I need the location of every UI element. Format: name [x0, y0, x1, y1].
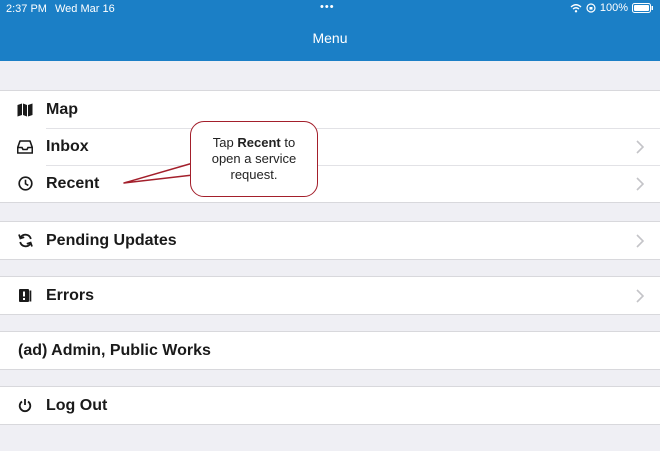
map-icon	[16, 101, 34, 119]
menu-item-inbox[interactable]: Inbox	[0, 128, 660, 165]
inbox-icon	[16, 138, 34, 156]
callout-seam	[191, 160, 196, 178]
battery-percent: 100%	[599, 2, 628, 14]
errors-icon	[16, 287, 34, 305]
callout-text: Tap Recent to open a service request.	[211, 135, 297, 182]
battery-icon	[632, 3, 654, 13]
chevron-right-icon	[636, 233, 644, 248]
menu-item-label: Inbox	[46, 137, 89, 155]
menu-item-label: Errors	[46, 286, 95, 304]
clock-icon	[16, 175, 34, 193]
multitasking-dots[interactable]: •••	[320, 1, 335, 13]
status-time: 2:37 PM	[6, 3, 47, 15]
menu-group-logout: Log Out	[0, 386, 660, 425]
menu-item-errors[interactable]: Errors	[0, 277, 660, 314]
orientation-lock-icon	[586, 3, 596, 13]
power-icon	[16, 397, 34, 415]
menu-item-label: Recent	[46, 174, 100, 192]
status-date: Wed Mar 16	[55, 3, 115, 15]
menu-item-label: Log Out	[46, 396, 108, 414]
menu-item-pending-updates[interactable]: Pending Updates	[0, 222, 660, 259]
wifi-icon	[570, 3, 582, 13]
menu-item-label: Map	[46, 100, 78, 118]
menu-group-pending: Pending Updates	[0, 221, 660, 260]
status-bar: 2:37 PM Wed Mar 16 ••• 100%	[0, 0, 660, 18]
menu-item-recent[interactable]: Recent	[0, 165, 660, 202]
account-name: (ad) Admin, Public Works	[18, 341, 211, 359]
chevron-right-icon	[636, 288, 644, 303]
callout-tooltip: Tap Recent to open a service request.	[190, 121, 318, 197]
menu-item-log-out[interactable]: Log Out	[0, 387, 660, 424]
menu-item-map[interactable]: Map	[0, 91, 660, 128]
header-bar: 2:37 PM Wed Mar 16 ••• 100% Menu	[0, 0, 660, 61]
sync-icon	[16, 232, 34, 250]
menu-group-account: (ad) Admin, Public Works	[0, 331, 660, 370]
page-title: Menu	[312, 30, 348, 46]
menu-item-label: Pending Updates	[46, 231, 177, 249]
chevron-right-icon	[636, 176, 644, 191]
chevron-right-icon	[636, 139, 644, 154]
menu-group-main: Map Inbox Recent	[0, 90, 660, 203]
status-indicators: 100%	[570, 2, 654, 14]
menu-group-errors: Errors	[0, 276, 660, 315]
menu-item-account[interactable]: (ad) Admin, Public Works	[0, 332, 660, 369]
